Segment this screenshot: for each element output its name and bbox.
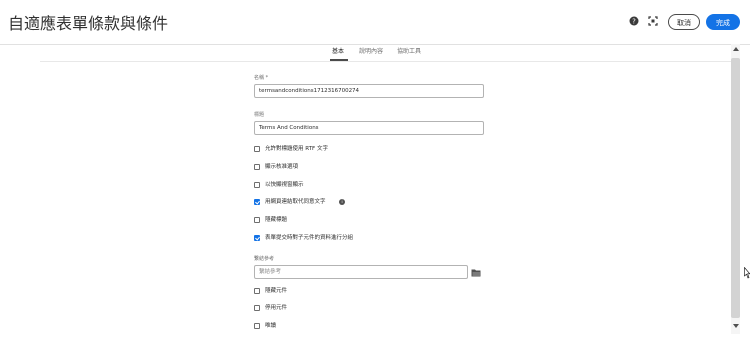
title-input[interactable]: Terms And Conditions bbox=[254, 121, 484, 135]
done-button[interactable]: 完成 bbox=[706, 14, 740, 30]
checkbox-box[interactable] bbox=[254, 323, 260, 329]
checkbox-box[interactable] bbox=[254, 182, 260, 188]
page-title: 自適應表單條款與條件 bbox=[8, 14, 169, 33]
checkbox-box[interactable] bbox=[254, 235, 260, 241]
checkbox-label: 唯讀 bbox=[265, 323, 277, 329]
checkbox-label: 隱藏元件 bbox=[265, 288, 288, 294]
bind-reference-label: 繫結參考 bbox=[254, 256, 275, 262]
checkbox-label: 隱藏標題 bbox=[265, 217, 288, 223]
checkbox-box[interactable] bbox=[254, 305, 260, 311]
checkbox-box[interactable] bbox=[254, 164, 260, 170]
bind-reference-input[interactable]: 繫結參考 bbox=[254, 265, 468, 279]
folder-browse-icon[interactable] bbox=[471, 268, 481, 277]
checkbox-label: 表單提交時對子元件的資料進行分組 bbox=[265, 235, 354, 241]
checkbox-label: 顯示核准選項 bbox=[265, 164, 299, 170]
checkbox-label: 以快顯視窗顯示 bbox=[265, 182, 304, 188]
scrollbar-thumb[interactable] bbox=[731, 58, 740, 318]
checkbox-label: 用網頁連結取代同意文字 bbox=[265, 199, 326, 205]
content-divider bbox=[40, 61, 732, 62]
tab-accessibility[interactable]: 協助工具 bbox=[397, 46, 421, 55]
scroll-up-arrow-icon[interactable] bbox=[733, 47, 739, 51]
checkbox-box[interactable] bbox=[254, 288, 260, 294]
cancel-button[interactable]: 取消 bbox=[668, 14, 700, 30]
title-label: 標題 bbox=[254, 112, 265, 118]
header-bar: 自適應表單條款與條件 ? 取消 完成 bbox=[0, 0, 750, 45]
mouse-cursor-icon bbox=[744, 267, 750, 279]
checkbox-box[interactable] bbox=[254, 146, 260, 152]
name-input[interactable]: termsandconditions1712316700274 bbox=[254, 84, 484, 98]
fullscreen-icon[interactable] bbox=[648, 16, 658, 26]
checkbox-label: 允許對標題使用 RTF 文字 bbox=[265, 146, 328, 152]
tab-bar: 基本 說明內容 協助工具 bbox=[0, 44, 750, 62]
tab-help-content[interactable]: 說明內容 bbox=[359, 46, 383, 55]
help-icon[interactable]: ? bbox=[629, 16, 639, 26]
checkbox-label: 停用元件 bbox=[265, 305, 288, 311]
scroll-down-arrow-icon[interactable] bbox=[733, 324, 739, 328]
tab-basic[interactable]: 基本 bbox=[332, 46, 344, 55]
info-icon[interactable]: i bbox=[339, 199, 345, 205]
svg-text:?: ? bbox=[632, 18, 636, 26]
checkbox-box[interactable] bbox=[254, 199, 260, 205]
checkbox-box[interactable] bbox=[254, 217, 260, 223]
name-label: 名稱 * bbox=[254, 75, 269, 81]
